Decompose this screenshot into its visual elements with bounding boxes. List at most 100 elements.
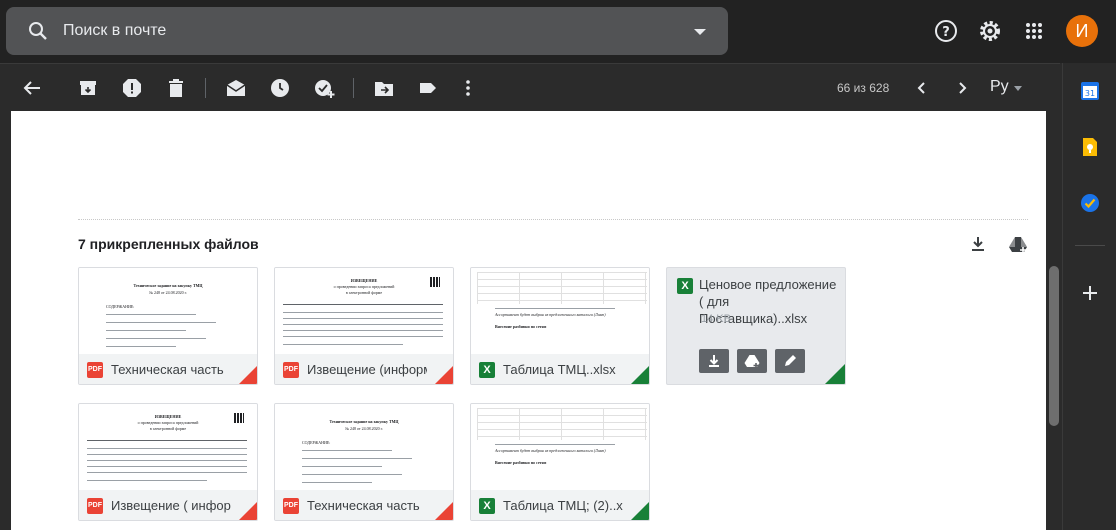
xlsx-icon: X [479,362,495,378]
thumb-line [106,314,196,315]
attachments-title: 7 прикрепленных файлов [78,236,259,252]
thumb-line [283,304,443,305]
label-icon[interactable] [416,76,440,100]
attachment-footer: X Таблица ТМЦ..xlsx [471,354,649,384]
add-to-tasks-icon[interactable] [312,76,336,100]
apps-grid-icon[interactable] [1021,18,1047,44]
attachment-name: Техническая часть [307,498,420,513]
attachment-card-table2-xlsx[interactable]: Ассортимент будет выбран из предложенног… [470,403,650,521]
pencil-icon [785,355,796,366]
gear-icon[interactable] [977,18,1003,44]
help-icon[interactable]: ? [933,18,959,44]
thumb-line [87,454,247,455]
thumb-line [302,458,412,459]
pdf-icon: PDF [87,498,103,514]
thumb-line [283,312,443,313]
download-button[interactable] [699,349,729,373]
thumb-subtitle: № 248 от 24.08.2020 г. [149,290,187,295]
thumb-line [302,450,392,451]
download-all-icon[interactable] [968,234,988,254]
search-input[interactable]: Поиск в почте [63,22,166,40]
pdf-icon: PDF [87,362,103,378]
chevron-left-icon[interactable] [910,76,934,100]
edit-button[interactable] [775,349,805,373]
scrollbar[interactable] [1046,111,1062,530]
attachment-card-notice-pdf[interactable]: ИЗВЕЩЕНИЕ о проведении запроса предложен… [274,267,454,385]
thumb-note: Внесение разбивки по сетям [495,324,547,329]
attachment-footer: X Таблица ТМЦ; (2)..xlsx [471,490,649,520]
archive-icon[interactable] [76,76,100,100]
chevron-down-icon[interactable] [1014,86,1022,91]
thumb-line [106,338,206,339]
attachment-footer: PDF Техническая часть [275,490,453,520]
attachment-card-tech2-pdf[interactable]: Техническое задание на закупку ТМЦ № 248… [274,403,454,521]
thumb-line [106,322,216,323]
calendar-icon[interactable]: 31 [1080,81,1100,101]
thumb-line [87,480,207,481]
scrollbar-thumb[interactable] [1049,266,1059,426]
thumb-line [283,330,443,331]
mark-unread-icon[interactable] [224,76,248,100]
file-corner-xlsx [629,366,649,384]
spreadsheet-grid [477,408,647,440]
search-bar[interactable]: Поиск в почте [6,7,728,55]
avatar[interactable]: И [1066,15,1098,47]
thumb-line [283,344,403,345]
thumb-line [302,466,382,467]
thumb-title: ИЗВЕЩЕНИЕ [154,414,182,419]
toolbar-divider [205,78,206,98]
attachment-name: Извещение ( информация) [111,498,231,513]
attachment-card-tech-pdf[interactable]: Техническое задание на закупку ТМЦ № 248… [78,267,258,385]
attachment-card-notice2-pdf[interactable]: ИЗВЕЩЕНИЕ о проведении запроса предложен… [78,403,258,521]
add-addon-icon[interactable] [1080,283,1100,303]
attachment-footer: PDF Извещение ( информация) [79,490,257,520]
attachment-name: Извещение (информация) [307,362,427,377]
trash-icon[interactable] [164,76,188,100]
chevron-right-icon[interactable] [950,76,974,100]
thumb-caption: Ассортимент будет выбран из предложенног… [495,312,606,317]
thumb-subtitle: в электронной форме [345,290,383,295]
qr-code-icon [430,277,440,287]
attachment-footer: PDF Извещение (информация) [275,354,453,384]
keep-icon[interactable] [1080,137,1100,157]
tasks-icon[interactable] [1080,193,1100,213]
thumb-note: Внесение разбивки по сетям [495,460,547,465]
thumb-line [495,308,615,309]
save-to-drive-button[interactable] [737,349,767,373]
xlsx-icon: X [479,498,495,514]
attachment-footer: PDF Техническая часть [79,354,257,384]
move-to-icon[interactable] [372,76,396,100]
search-options-icon[interactable] [694,29,706,35]
file-corner-pdf [237,502,257,520]
file-corner-xlsx [629,502,649,520]
svg-text:31: 31 [1085,89,1095,98]
save-to-drive-icon[interactable] [1008,234,1028,254]
attachment-preview: ИЗВЕЩЕНИЕ о проведении запроса предложен… [79,404,257,490]
input-language-selector[interactable]: Ру [990,78,1009,96]
thumb-contents: СОДЕРЖАНИЕ: [302,440,331,445]
thumb-contents: СОДЕРЖАНИЕ: [106,304,135,309]
thumb-line [283,336,443,337]
attachment-preview: ИЗВЕЩЕНИЕ о проведении запроса предложен… [275,268,453,354]
attachment-card-price-offer-xlsx[interactable]: X Ценовое предложение ( для Поставщика).… [666,267,846,385]
svg-text:?: ? [942,25,950,40]
thumb-line [106,346,176,347]
more-vert-icon[interactable] [456,76,480,100]
snooze-clock-icon[interactable] [268,76,292,100]
toolbar-divider [353,78,354,98]
thumb-line [283,318,443,319]
thumb-line [87,472,247,473]
attachment-preview: Ассортимент будет выбран из предложенног… [471,268,649,354]
attachment-size: 14 KB [701,313,731,325]
back-arrow-icon[interactable] [20,76,44,100]
attachment-name: Таблица ТМЦ; (2)..xlsx [503,498,623,513]
thumb-line [302,482,372,483]
left-margin [0,111,11,530]
attachment-preview: Техническое задание на закупку ТМЦ № 248… [79,268,257,354]
thumb-line [87,466,247,467]
attachment-card-table-xlsx[interactable]: Ассортимент будет выбран из предложенног… [470,267,650,385]
download-icon [709,355,719,367]
search-icon[interactable] [26,19,50,43]
thumb-title: Техническое задание на закупку ТМЦ [329,419,399,424]
report-spam-icon[interactable] [120,76,144,100]
